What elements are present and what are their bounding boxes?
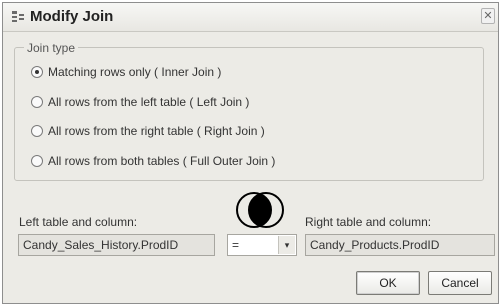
radio-label: Matching rows only ( Inner Join ) <box>48 65 222 79</box>
right-table-label: Right table and column: <box>305 215 432 229</box>
dialog-title: Modify Join <box>30 8 114 25</box>
radio-right-join[interactable]: All rows from the right table ( Right Jo… <box>31 122 265 140</box>
radio-full-outer-join[interactable]: All rows from both tables ( Full Outer J… <box>31 152 275 170</box>
radio-button[interactable] <box>31 125 43 137</box>
join-type-legend: Join type <box>24 41 79 55</box>
operator-select[interactable]: = ▾ <box>227 234 297 256</box>
radio-label: All rows from the left table ( Left Join… <box>48 95 250 109</box>
chevron-down-icon[interactable]: ▾ <box>278 236 295 254</box>
join-properties-icon <box>12 11 24 22</box>
join-venn-diagram-icon <box>236 192 284 228</box>
radio-label: All rows from both tables ( Full Outer J… <box>48 154 276 168</box>
radio-inner-join[interactable]: Matching rows only ( Inner Join ) <box>31 63 221 81</box>
operator-value: = <box>232 238 240 252</box>
left-table-field[interactable]: Candy_Sales_History.ProdID <box>18 234 215 256</box>
close-icon[interactable]: ✕ <box>481 8 495 24</box>
right-table-field[interactable]: Candy_Products.ProdID <box>305 234 495 256</box>
radio-left-join[interactable]: All rows from the left table ( Left Join… <box>31 93 249 111</box>
cancel-button[interactable]: Cancel <box>428 271 492 295</box>
left-table-label: Left table and column: <box>19 215 138 229</box>
radio-button[interactable] <box>31 155 43 167</box>
radio-button[interactable] <box>31 96 43 108</box>
radio-label: All rows from the right table ( Right Jo… <box>48 124 265 138</box>
ok-button[interactable]: OK <box>356 271 420 295</box>
radio-button-checked[interactable] <box>31 66 43 78</box>
title-bar[interactable]: Modify Join ✕ <box>3 3 498 32</box>
